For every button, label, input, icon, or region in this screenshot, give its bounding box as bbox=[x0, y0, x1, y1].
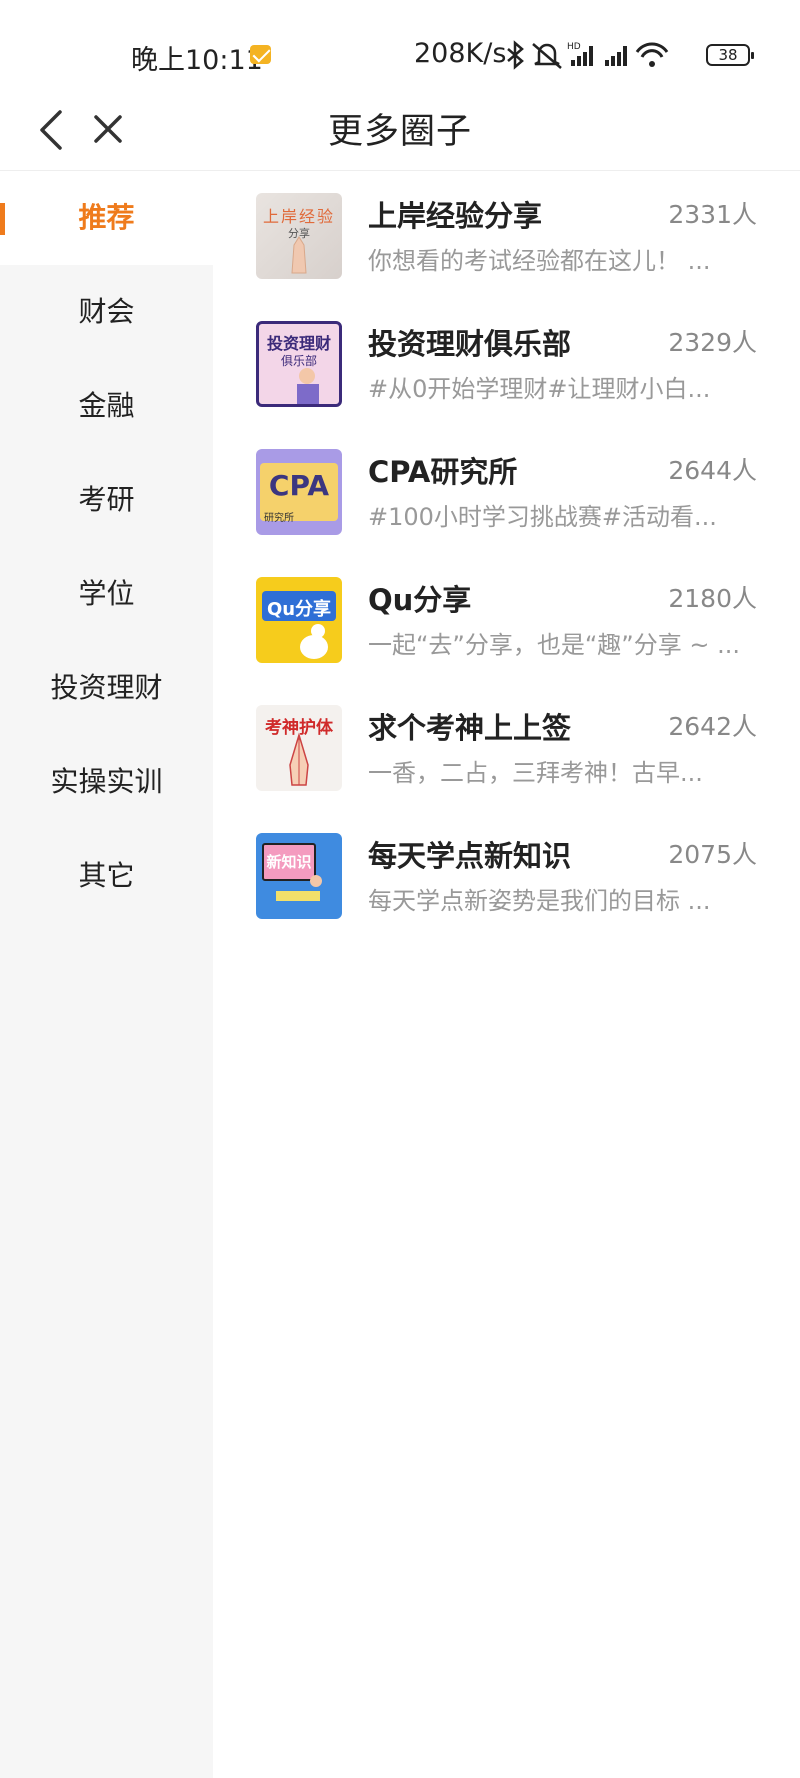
group-thumbnail: CPA 研究所 bbox=[256, 449, 342, 535]
student-icon bbox=[276, 875, 322, 901]
sidebar-item-finance[interactable]: 金融 bbox=[0, 359, 213, 453]
sidebar-item-accounting[interactable]: 财会 bbox=[0, 265, 213, 359]
group-name: 每天学点新知识 bbox=[368, 839, 572, 873]
group-description: #100小时学习挑战赛#活动看... bbox=[368, 503, 717, 531]
status-time: 晚上10:11 bbox=[131, 45, 263, 76]
list-item[interactable]: CPA 研究所 CPA研究所 2644人 #100小时学习挑战赛#活动看... bbox=[213, 427, 800, 555]
member-count: 2331人 bbox=[668, 200, 757, 229]
network-speed: 208K/s bbox=[414, 38, 507, 69]
sidebar-item-practice[interactable]: 实操实训 bbox=[0, 735, 213, 829]
group-name: 上岸经验分享 bbox=[368, 199, 543, 233]
list-item[interactable]: 新知识 每天学点新知识 2075人 每天学点新姿势是我们的目标 ... bbox=[213, 811, 800, 939]
wifi-icon bbox=[635, 42, 669, 67]
group-thumbnail: 考神护体 bbox=[256, 705, 342, 791]
signal-icon bbox=[605, 46, 627, 66]
hd-signal-icon: HD bbox=[567, 42, 593, 66]
group-name: 求个考神上上签 bbox=[368, 711, 572, 745]
svg-text:HD: HD bbox=[567, 42, 581, 52]
thumbnail-title: CPA bbox=[268, 469, 330, 502]
member-count: 2642人 bbox=[668, 712, 757, 741]
group-description: 每天学点新姿势是我们的目标 ... bbox=[368, 887, 711, 915]
group-description: 一起“去”分享，也是“趣”分享 ~ ... bbox=[368, 631, 740, 659]
list-item[interactable]: 投资理财 俱乐部 投资理财俱乐部 2329人 #从0开始学理财#让理财小白... bbox=[213, 299, 800, 427]
list-item[interactable]: Qu分享 Qu分享 2180人 一起“去”分享，也是“趣”分享 ~ ... bbox=[213, 555, 800, 683]
group-description: 你想看的考试经验都在这儿！ ... bbox=[368, 247, 711, 275]
praying-hands-icon bbox=[291, 236, 307, 274]
page-title: 更多圈子 bbox=[327, 112, 472, 152]
list-item[interactable]: 上岸经验 分享 上岸经验分享 2331人 你想看的考试经验都在这儿！ ... bbox=[213, 171, 800, 299]
header: 更多圈子 bbox=[0, 95, 800, 171]
sidebar-item-investment[interactable]: 投资理财 bbox=[0, 641, 213, 735]
status-icons: HD bbox=[507, 40, 669, 70]
group-thumbnail: 上岸经验 分享 bbox=[256, 193, 342, 279]
battery-icon: 38 bbox=[706, 44, 754, 66]
person-illustration-icon bbox=[297, 368, 319, 404]
group-description: 一香，二占，三拜考神！古早... bbox=[368, 759, 703, 787]
goose-icon bbox=[300, 624, 328, 659]
group-name: 投资理财俱乐部 bbox=[368, 327, 572, 361]
sidebar-item-other[interactable]: 其它 bbox=[0, 829, 213, 923]
praying-hands-icon bbox=[289, 732, 309, 786]
bluetooth-icon bbox=[507, 40, 524, 70]
sidebar-item-postgrad[interactable]: 考研 bbox=[0, 453, 213, 547]
group-thumbnail: Qu分享 bbox=[256, 577, 342, 663]
sidebar-item-recommended[interactable]: 推荐 bbox=[0, 171, 213, 265]
category-sidebar: 推荐 财会 金融 考研 学位 投资理财 实操实训 其它 bbox=[0, 171, 213, 1778]
status-bar: 晚上10:11 208K/s HD 38 bbox=[0, 0, 800, 110]
member-count: 2644人 bbox=[668, 456, 757, 485]
member-count: 2180人 bbox=[668, 584, 757, 613]
group-description: #从0开始学理财#让理财小白... bbox=[368, 375, 711, 403]
mail-icon bbox=[250, 45, 271, 64]
list-item[interactable]: 考神护体 求个考神上上签 2642人 一香，二占，三拜考神！古早... bbox=[213, 683, 800, 811]
group-name: CPA研究所 bbox=[368, 455, 518, 489]
group-thumbnail: 新知识 bbox=[256, 833, 342, 919]
member-count: 2075人 bbox=[668, 840, 757, 869]
group-name: Qu分享 bbox=[368, 583, 472, 617]
mute-icon bbox=[532, 43, 562, 69]
thumbnail-subtitle: 研究所 bbox=[264, 513, 294, 524]
sidebar-item-degree[interactable]: 学位 bbox=[0, 547, 213, 641]
group-thumbnail: 投资理财 俱乐部 bbox=[256, 321, 342, 407]
member-count: 2329人 bbox=[668, 328, 757, 357]
